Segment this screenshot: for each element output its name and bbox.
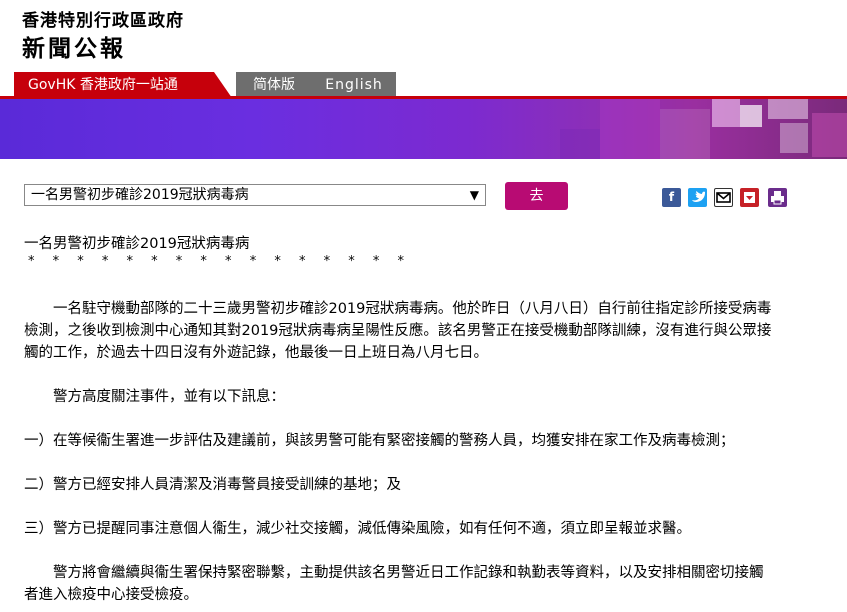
top-nav: GovHK 香港政府一站通 简体版 English — [0, 72, 847, 98]
list-item-1: 一）在等候衞生署進一步評估及建議前，與該男警可能有緊密接觸的警務人員，均獲安排在… — [24, 433, 735, 449]
banner-graphic — [0, 99, 847, 159]
bookmark-icon[interactable] — [740, 188, 759, 207]
chevron-down-icon: ▼ — [469, 188, 479, 202]
section-title: 新聞公報 — [22, 36, 126, 62]
govhk-link[interactable]: GovHK 香港政府一站通 — [14, 72, 232, 98]
simplified-chinese-link[interactable]: 简体版 — [236, 72, 312, 98]
paragraph-3-line-1: 警方將會繼續與衞生署保持緊密聯繫，主動提供該名男警近日工作記錄和執勤表等資料，以… — [24, 565, 764, 581]
article-select-value: 一名男警初步確診2019冠狀病毒病 — [31, 187, 249, 203]
paragraph-3: 警方將會繼續與衞生署保持緊密聯繫，主動提供該名男警近日工作記錄和執勤表等資料，以… — [24, 562, 836, 606]
paragraph-1: 一名駐守機動部隊的二十三歲男警初步確診2019冠狀病毒病。他於昨日（八月八日）自… — [24, 298, 836, 364]
list-item-3: 三）警方已提醒同事注意個人衞生，減少社交接觸，減低傳染風險，如有任何不適，須立即… — [24, 521, 691, 537]
print-icon[interactable] — [768, 188, 787, 207]
article-title: 一名男警初步確診2019冠狀病毒病 — [24, 236, 250, 252]
paragraph-1-line-1: 一名駐守機動部隊的二十三歲男警初步確診2019冠狀病毒病。他於昨日（八月八日）自… — [24, 301, 772, 317]
paragraph-1-line-2: 檢測，之後收到檢測中心通知其對2019冠狀病毒病呈陽性反應。該名男警正在接受機動… — [24, 323, 772, 339]
list-item-2: 二）警方已經安排人員清潔及消毒警員接受訓練的基地；及 — [24, 477, 401, 493]
paragraph-2: 警方高度關注事件，並有以下訊息： — [24, 389, 285, 405]
page-header: 香港特別行政區政府 新聞公報 — [0, 0, 847, 72]
paragraph-3-line-2: 者進入檢疫中心接受檢疫。 — [24, 587, 198, 603]
go-button[interactable]: 去 — [505, 182, 568, 210]
title-divider-stars: * * * * * * * * * * * * * * * * — [28, 254, 411, 269]
org-title: 香港特別行政區政府 — [22, 11, 184, 31]
article-select[interactable]: 一名男警初步確診2019冠狀病毒病 ▼ — [24, 184, 486, 206]
english-link[interactable]: English — [312, 72, 396, 98]
paragraph-1-line-3: 觸的工作，於過去十四日沒有外遊記錄，他最後一日上班日為八月七日。 — [24, 345, 488, 361]
article-toolbar: 一名男警初步確診2019冠狀病毒病 ▼ 去 f — [0, 178, 847, 214]
email-icon[interactable] — [714, 188, 733, 207]
facebook-icon[interactable]: f — [662, 188, 681, 207]
twitter-icon[interactable] — [688, 188, 707, 207]
govhk-label: GovHK 香港政府一站通 — [28, 77, 178, 93]
